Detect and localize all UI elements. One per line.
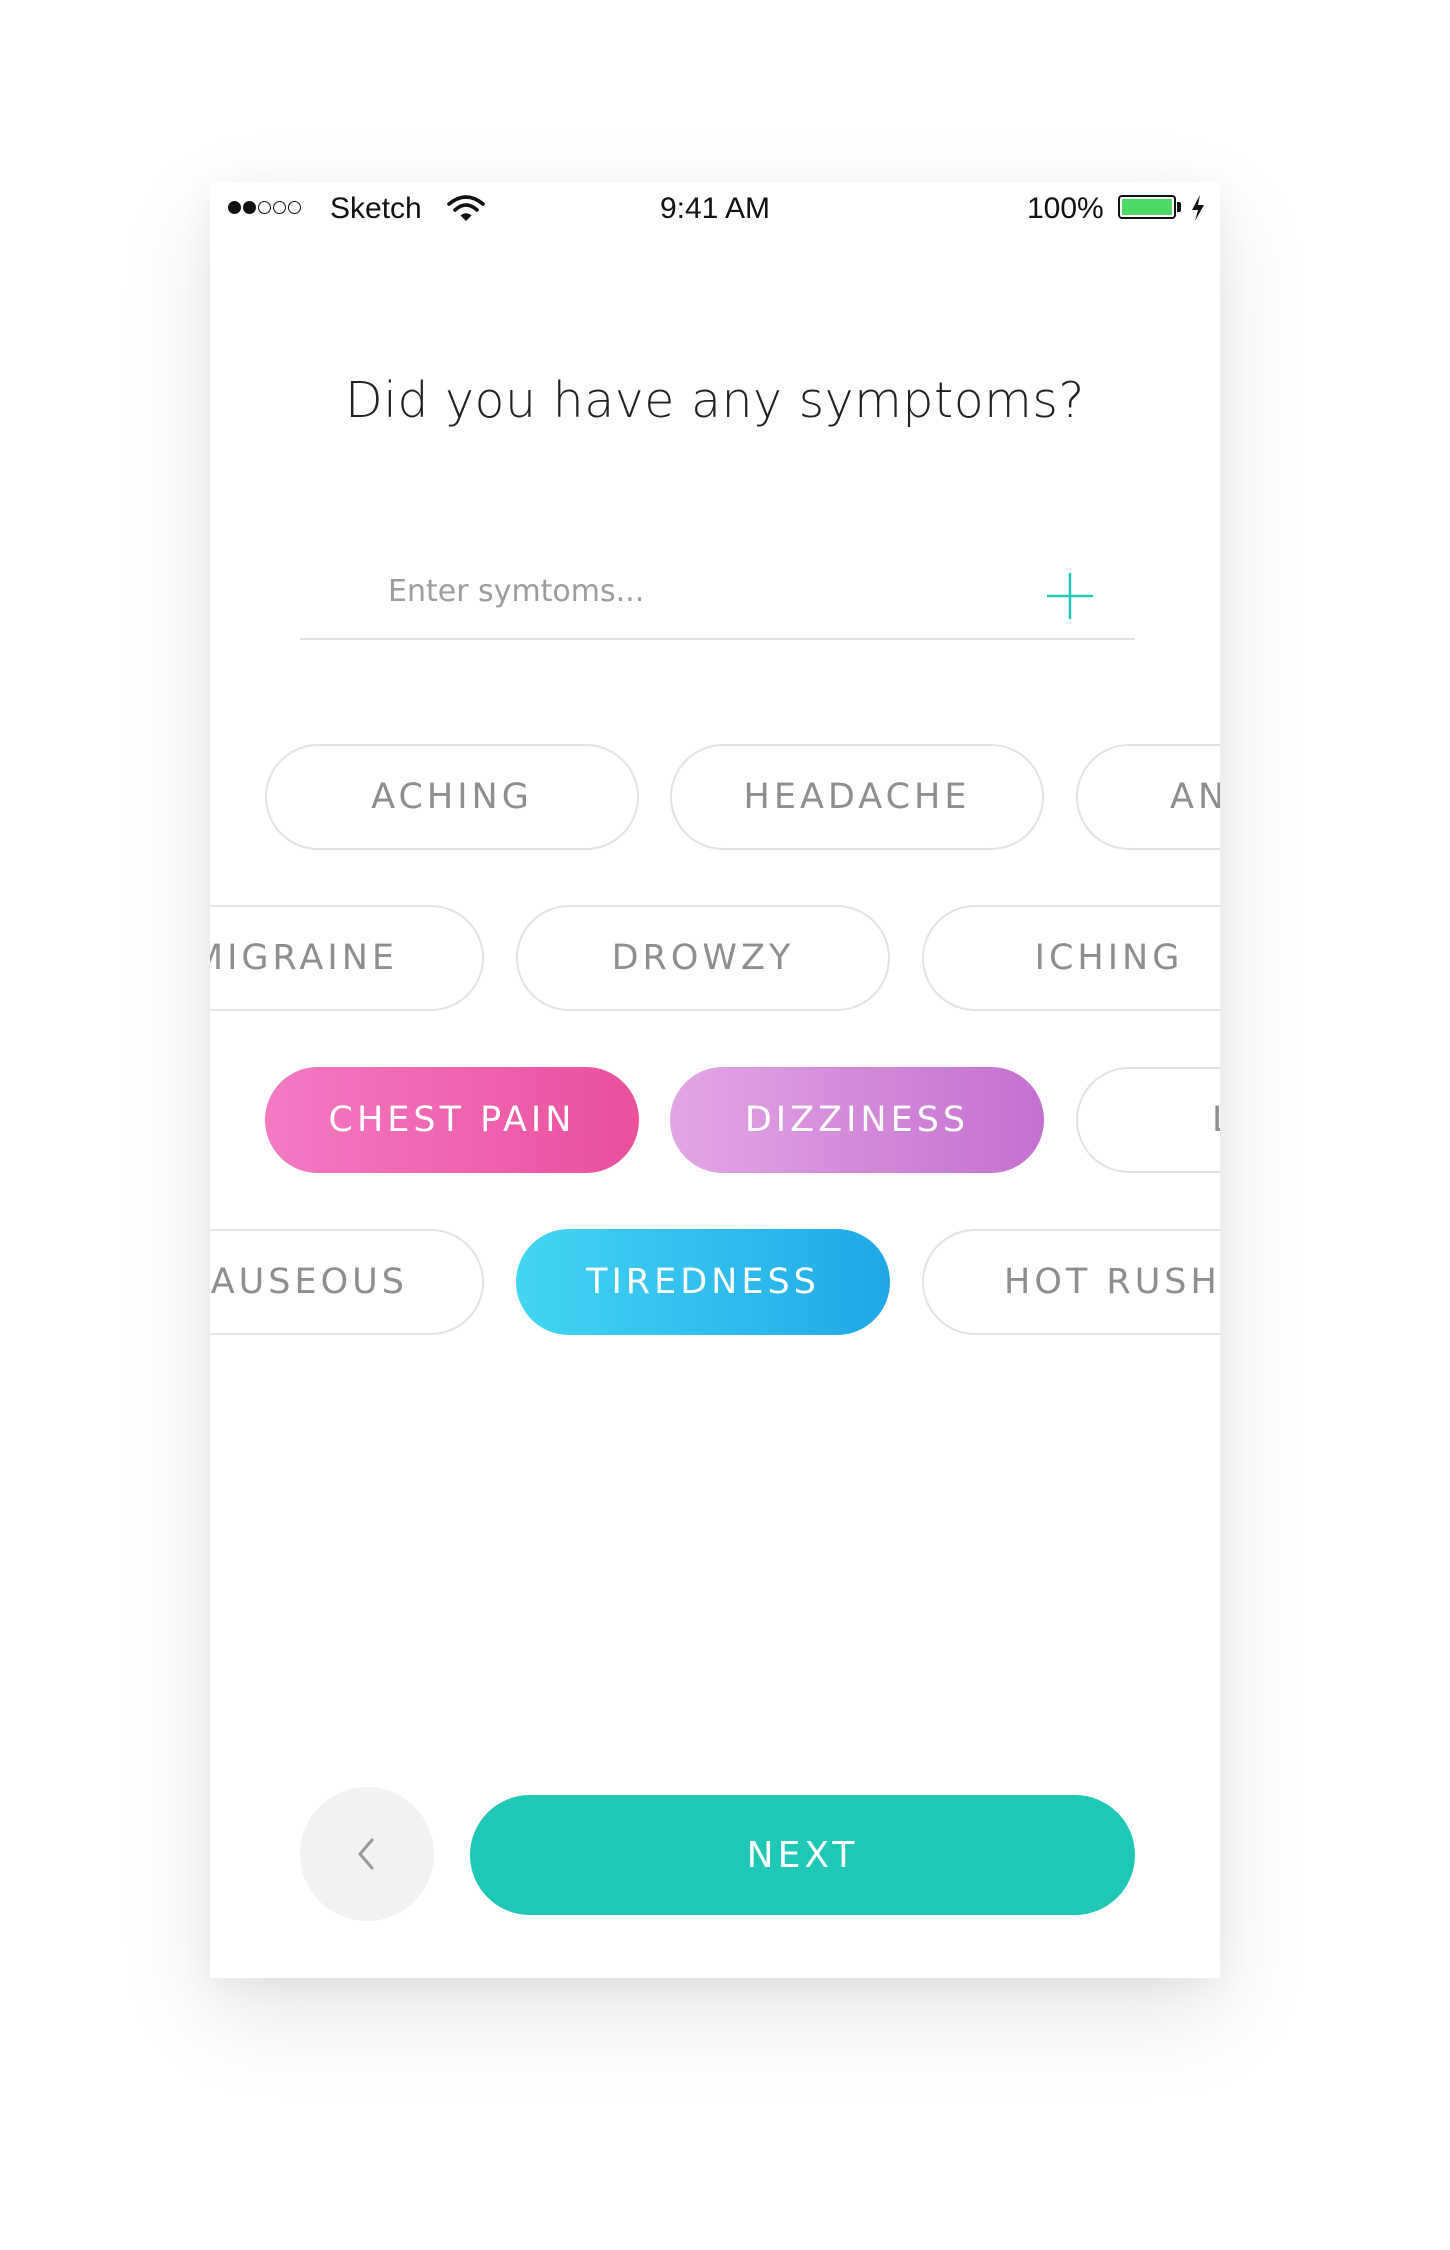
chip-label: TIREDNESS	[586, 1262, 820, 1302]
symptom-chip-headache[interactable]: HEADACHE	[670, 744, 1044, 850]
symptom-chip-migraine[interactable]: MIGRAINE	[210, 905, 484, 1011]
symptom-chip-tiredness[interactable]: TIREDNESS	[516, 1229, 890, 1335]
status-bar: Sketch 9:41 AM 100%	[210, 182, 1220, 242]
chip-label: HEADACHE	[743, 777, 971, 817]
next-button[interactable]: NEXT	[470, 1795, 1135, 1915]
symptom-chip-aching[interactable]: ACHING	[265, 744, 639, 850]
chip-label: ACHING	[371, 777, 533, 817]
plus-icon[interactable]	[1040, 566, 1100, 626]
chip-label: MIGRAINE	[210, 938, 398, 978]
symptom-input-field	[300, 552, 1135, 640]
chip-label: CHEST PAIN	[328, 1100, 576, 1140]
symptom-chip-dizziness[interactable]: DIZZINESS	[670, 1067, 1044, 1173]
symptom-chip-hot-rush[interactable]: HOT RUSH	[922, 1229, 1220, 1335]
symptom-chip-partial-l[interactable]: L	[1076, 1067, 1220, 1173]
page-title: Did you have any symptoms?	[345, 372, 1085, 429]
phone-screen: Sketch 9:41 AM 100% Did you have any sym…	[210, 182, 1220, 1978]
chip-label: AN	[1170, 777, 1220, 817]
back-button[interactable]	[300, 1787, 434, 1921]
chip-label: DROWZY	[611, 938, 795, 978]
symptom-chip-partial-an[interactable]: AN	[1076, 744, 1220, 850]
symptom-chip-drowzy[interactable]: DROWZY	[516, 905, 890, 1011]
chip-label: L	[1212, 1100, 1220, 1140]
chip-label: HOT RUSH	[1004, 1262, 1220, 1302]
charging-bolt-icon	[1192, 195, 1204, 221]
battery-icon	[1118, 195, 1176, 219]
chip-label: ICHING	[1034, 938, 1184, 978]
chip-label: AUSEOUS	[210, 1262, 408, 1302]
symptom-input[interactable]	[300, 566, 1128, 616]
battery-nub	[1177, 202, 1181, 212]
next-button-label: NEXT	[746, 1834, 859, 1876]
symptom-chip-chest-pain[interactable]: CHEST PAIN	[265, 1067, 639, 1173]
symptom-chip-iching[interactable]: ICHING	[922, 905, 1220, 1011]
battery-percentage: 100%	[1027, 192, 1104, 225]
chevron-left-icon	[358, 1838, 374, 1870]
chip-label: DIZZINESS	[744, 1100, 970, 1140]
symptom-chip-nauseous[interactable]: AUSEOUS	[210, 1229, 484, 1335]
